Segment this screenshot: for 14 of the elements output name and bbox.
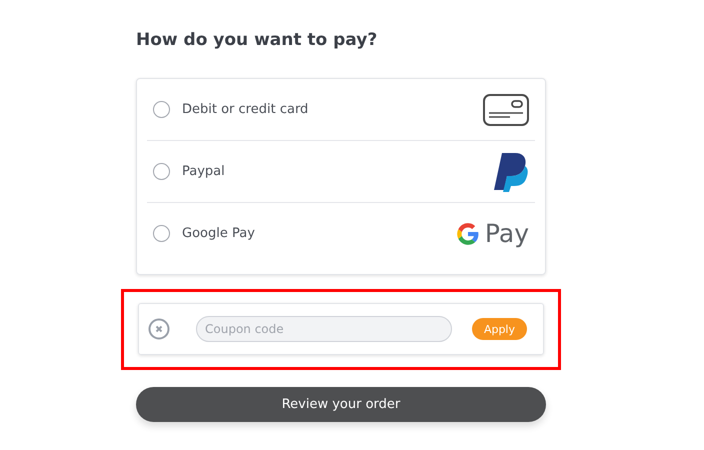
payment-method-label[interactable]: Debit or credit card <box>182 102 483 117</box>
close-icon[interactable] <box>148 318 170 340</box>
radio-button[interactable] <box>153 163 170 180</box>
payment-method-label[interactable]: Google Pay <box>182 226 455 241</box>
paypal-logo-icon <box>493 152 529 192</box>
credit-card-icon <box>483 94 529 126</box>
radio-button[interactable] <box>153 225 170 242</box>
google-g-icon <box>454 220 481 246</box>
coupon-field[interactable]: Coupon code <box>196 316 452 342</box>
review-order-button[interactable]: Review your order <box>136 387 546 422</box>
payment-method-label[interactable]: Paypal <box>182 164 493 179</box>
radio-button[interactable] <box>153 101 170 118</box>
logo-text: Pay <box>484 219 529 248</box>
page-title: How do you want to pay? <box>136 30 378 50</box>
